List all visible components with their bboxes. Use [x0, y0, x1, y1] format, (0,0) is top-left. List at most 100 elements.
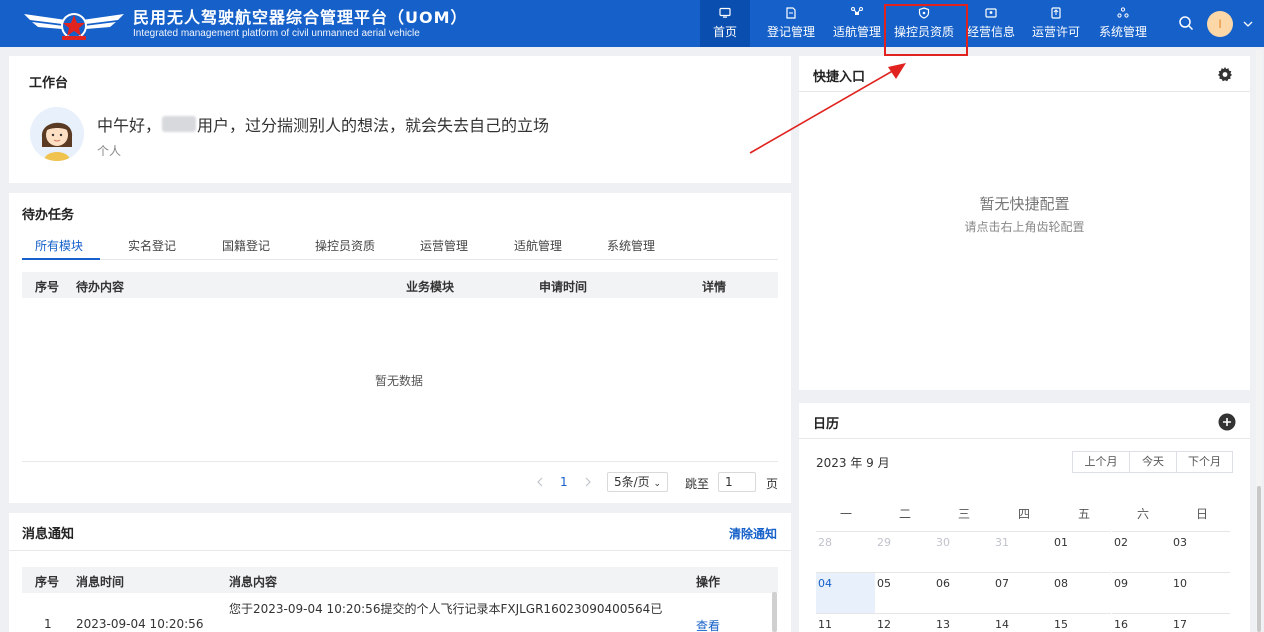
calendar-day[interactable]: 03	[1171, 531, 1230, 572]
drone-icon	[851, 7, 863, 15]
col-detail: 详情	[702, 280, 727, 294]
nav-registration[interactable]: 登记管理	[762, 0, 820, 47]
calendar-day[interactable]: 28	[816, 531, 875, 572]
search-icon[interactable]	[1178, 15, 1194, 31]
notice-title: 消息通知	[22, 527, 75, 542]
calendar-day[interactable]: 01	[1052, 531, 1111, 572]
chevron-down-icon[interactable]	[1243, 20, 1253, 28]
current-page[interactable]: 1	[560, 475, 568, 489]
row-time: 2023-09-04 10:20:56	[76, 617, 204, 631]
page-size-value: 5条/页	[614, 475, 650, 489]
col-index: 序号	[35, 575, 60, 589]
todo-title: 待办任务	[22, 208, 75, 223]
calendar-day[interactable]: 16	[1112, 613, 1171, 632]
upload-icon	[1051, 7, 1061, 19]
calendar-divider	[799, 438, 1250, 439]
today-button[interactable]: 今天	[1129, 451, 1177, 473]
nav-label: 适航管理	[832, 25, 881, 39]
workbench-title: 工作台	[29, 76, 69, 91]
clear-notice-button[interactable]: 清除通知	[729, 525, 777, 542]
calendar-day[interactable]: 13	[934, 613, 993, 632]
page-unit: 页	[766, 477, 779, 491]
calendar-day[interactable]: 17	[1171, 613, 1230, 632]
notice-scrollbar[interactable]	[772, 592, 777, 632]
nav-label: 经营信息	[966, 25, 1015, 39]
col-action: 操作	[696, 575, 721, 589]
platform-subtitle: Integrated management platform of civil …	[133, 28, 420, 39]
calendar-day[interactable]: 11	[816, 613, 875, 632]
prev-month-button[interactable]: 上个月	[1072, 451, 1130, 473]
calendar-day[interactable]: 14	[993, 613, 1052, 632]
nav-airworthiness[interactable]: 适航管理	[828, 0, 886, 47]
next-month-button[interactable]: 下个月	[1176, 451, 1233, 473]
table-divider	[22, 461, 778, 462]
shortcut-empty-hint: 请点击右上角齿轮配置	[964, 220, 1085, 234]
monitor-icon	[719, 7, 731, 18]
prev-page-icon[interactable]	[536, 477, 544, 487]
calendar-month: 2023 年 9 月	[816, 456, 890, 470]
nav-operator-qualification[interactable]: 操控员资质	[889, 0, 959, 47]
page-size-select[interactable]: 5条/页 ⌄	[607, 472, 669, 492]
calendar-day[interactable]: 07	[993, 572, 1052, 613]
card-icon	[985, 8, 997, 18]
calendar-day[interactable]: 29	[875, 531, 934, 572]
calendar-day[interactable]: 15	[1052, 613, 1111, 632]
col-index: 序号	[35, 280, 60, 294]
tab-operator[interactable]: 操控员资质	[315, 237, 375, 254]
calendar-day[interactable]: 30	[934, 531, 993, 572]
calendar-day[interactable]: 06	[934, 572, 993, 613]
document-icon	[786, 7, 796, 19]
caac-logo-icon	[24, 13, 124, 40]
nav-home[interactable]: 首页	[700, 0, 750, 47]
greeting-prefix: 中午好，	[97, 116, 162, 135]
todo-table-header: 序号 待办内容 业务模块 申请时间 详情	[22, 272, 778, 298]
weekday-label: 三	[957, 507, 970, 521]
nav-business-info[interactable]: 经营信息	[963, 0, 1019, 47]
calendar-day[interactable]: 31	[993, 531, 1052, 572]
calendar-day[interactable]: 09	[1112, 572, 1171, 613]
todo-empty-text: 暂无数据	[375, 374, 424, 388]
nav-label: 系统管理	[1098, 25, 1147, 39]
chevron-down-icon: ⌄	[653, 479, 662, 489]
row-message: 您于2023-09-04 10:20:56提交的个人飞行记录本FXJLGR160…	[229, 602, 663, 616]
page-scrollbar-thumb[interactable]	[1257, 486, 1261, 632]
greeting-text: 中午好， 用户，过分揣测别人的想法，就会失去自己的立场	[97, 112, 549, 136]
calendar-day[interactable]: 10	[1171, 572, 1230, 613]
calendar-day-today[interactable]: 04	[816, 572, 875, 613]
weekday-label: 五	[1077, 507, 1090, 521]
nav-label: 首页	[712, 25, 737, 39]
redacted-username	[162, 116, 197, 132]
greeting-suffix: 用户，过分揣测别人的想法，就会失去自己的立场	[197, 116, 550, 135]
user-avatar[interactable]: I	[1207, 11, 1233, 37]
goto-page-input[interactable]: 1	[718, 472, 756, 492]
tab-operations[interactable]: 运营管理	[420, 237, 468, 254]
calendar-day[interactable]: 02	[1112, 531, 1171, 572]
tab-system[interactable]: 系统管理	[607, 237, 655, 254]
gear-icon[interactable]	[1217, 66, 1233, 82]
weekday-label: 六	[1136, 507, 1149, 521]
nav-label: 操控员资质	[893, 25, 954, 39]
calendar-day[interactable]: 12	[875, 613, 934, 632]
tab-airworthiness[interactable]: 适航管理	[514, 237, 562, 254]
weekday-label: 日	[1195, 507, 1208, 521]
profile-avatar	[30, 107, 84, 161]
shortcut-title: 快捷入口	[813, 70, 866, 85]
next-page-icon[interactable]	[584, 477, 592, 487]
weekday-label: 四	[1017, 507, 1030, 521]
tab-all-modules[interactable]: 所有模块	[35, 237, 83, 254]
nav-operating-permit[interactable]: 运营许可	[1026, 0, 1086, 47]
calendar-day[interactable]: 08	[1052, 572, 1111, 613]
nav-system-management[interactable]: 系统管理	[1094, 0, 1152, 47]
tab-real-name[interactable]: 实名登记	[128, 237, 176, 254]
todo-tabs: 所有模块 实名登记 国籍登记 操控员资质 运营管理 适航管理 系统管理	[22, 230, 778, 260]
add-circle-icon[interactable]	[1218, 413, 1236, 431]
tab-nationality[interactable]: 国籍登记	[222, 237, 270, 254]
notice-divider	[9, 550, 791, 551]
calendar-title: 日历	[813, 417, 840, 432]
col-time: 消息时间	[76, 575, 125, 589]
nav-label: 登记管理	[766, 25, 815, 39]
girl-avatar-icon	[30, 107, 84, 161]
view-link[interactable]: 查看	[696, 617, 720, 632]
weekday-label: 二	[898, 507, 911, 521]
calendar-day[interactable]: 05	[875, 572, 934, 613]
